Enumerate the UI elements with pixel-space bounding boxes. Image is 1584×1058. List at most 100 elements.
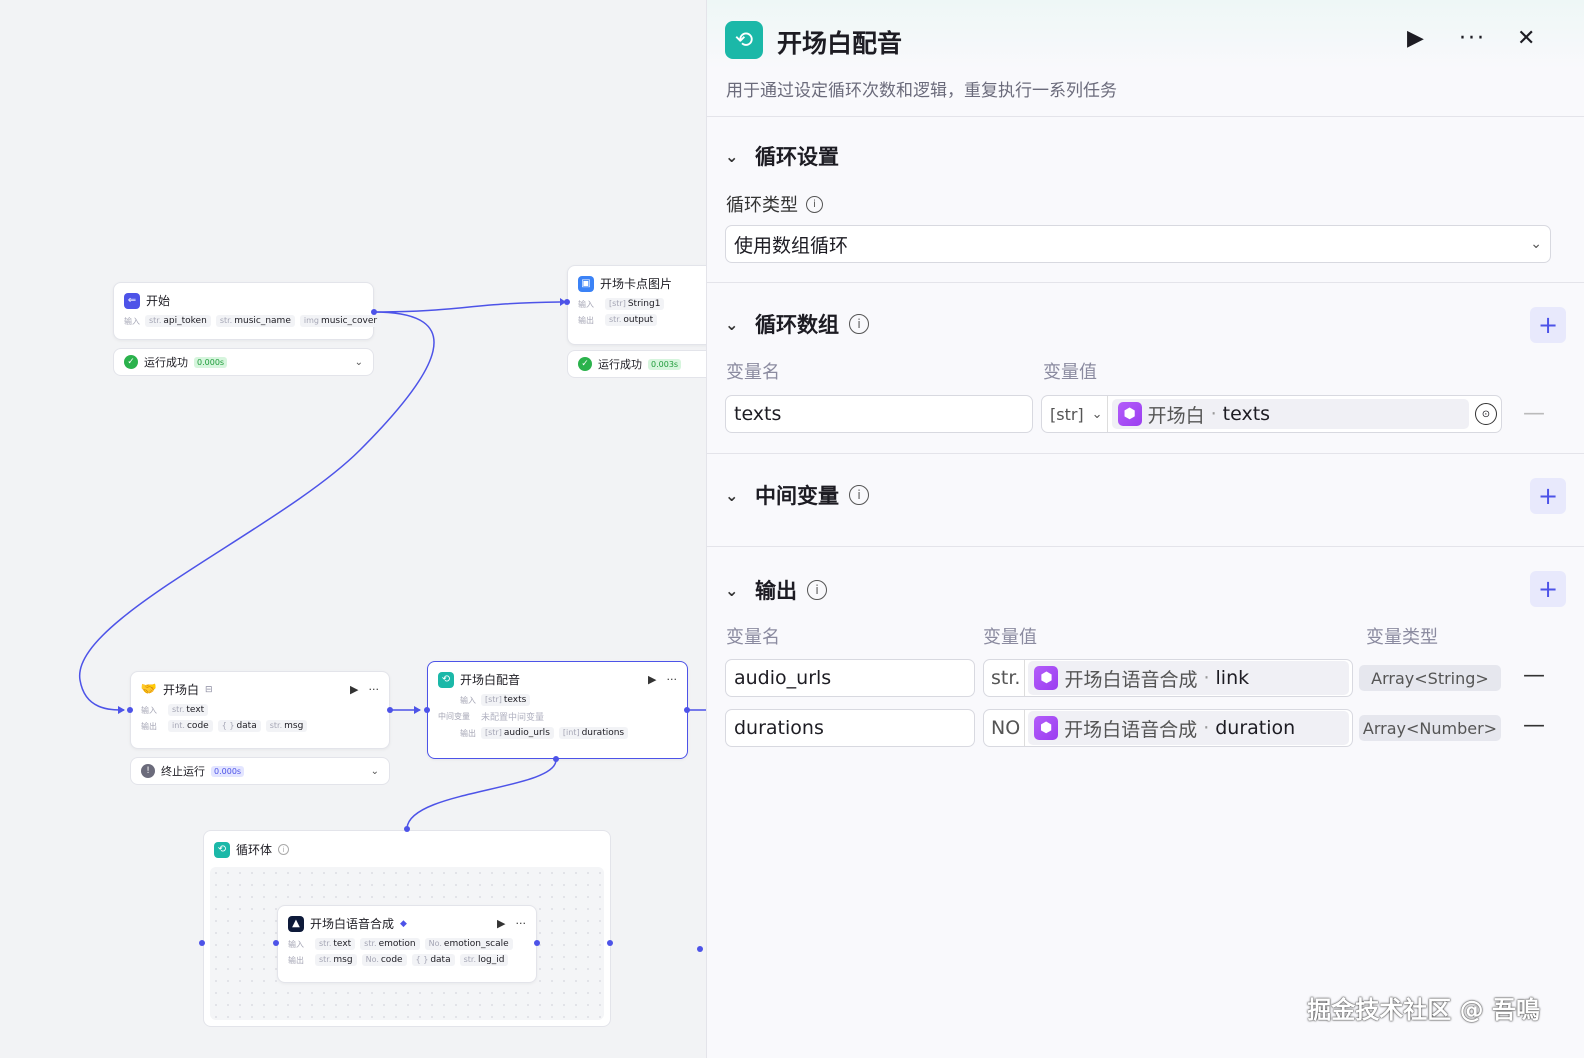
start-node-input-tag: str. api_token (145, 315, 211, 327)
chevron-down-icon: ⌄ (1530, 236, 1542, 252)
tts-node-input-label: 输入 (288, 939, 304, 949)
opening-node-status[interactable]: ! 终止运行 0.000s ⌄ (130, 757, 390, 785)
loop-body-top-port[interactable] (404, 826, 410, 832)
output-header[interactable]: ⌄ 输出 i (725, 575, 827, 605)
add-intermediate-button[interactable]: + (1530, 478, 1566, 514)
tts-node-output-tag: { } data (411, 954, 455, 966)
chevron-down-icon[interactable]: ⌄ (725, 147, 745, 166)
opening-node[interactable]: 🤝 开场白 ⊟ ▶ ··· 输入 str. text 输出 int. code { … (130, 671, 390, 749)
panel-description: 用于通过设定循环次数和逻辑，重复执行一系列任务 (726, 81, 1117, 101)
loop-node-output-tag: [int] durations (558, 727, 629, 739)
info-icon[interactable]: i (278, 844, 290, 855)
output-name-input[interactable]: durations (725, 709, 975, 747)
workflow-canvas[interactable]: ⇐ 开始 输入 str. api_token str. music_name img… (0, 0, 712, 1058)
loop-body-title: 循环体 (236, 843, 273, 857)
remove-row-button[interactable]: — (1523, 663, 1545, 688)
loop-node-output-port[interactable] (684, 707, 690, 713)
tts-node-input-tag: str. text (315, 938, 356, 950)
chevron-down-icon[interactable]: ⌄ (725, 486, 745, 505)
col-var-value: 变量值 (983, 627, 1037, 648)
tts-node-output-tag: No. code (361, 954, 407, 966)
run-icon[interactable]: ▶ (648, 673, 656, 686)
run-icon[interactable]: ▶ (1407, 26, 1424, 51)
start-node-status[interactable]: ✓ 运行成功 0.000s ⌄ (113, 348, 374, 376)
loop-node-output-label: 输出 (460, 728, 476, 738)
intermediate-header[interactable]: ⌄ 中间变量 i (725, 480, 869, 510)
loop-array-header[interactable]: ⌄ 循环数组 i (725, 309, 869, 339)
verified-icon: ◆ (400, 918, 407, 929)
close-icon[interactable]: ✕ (1517, 26, 1535, 51)
type-selector[interactable]: str. (987, 660, 1026, 696)
tts-node-input-port[interactable] (273, 940, 279, 946)
output-value-input[interactable]: NO ⬢ 开场白语音合成 · duration (983, 709, 1353, 747)
type-selector[interactable]: NO (987, 710, 1026, 746)
info-icon[interactable]: i (807, 580, 827, 600)
add-output-button[interactable]: + (1530, 571, 1566, 607)
more-icon[interactable]: ··· (516, 917, 527, 930)
add-loop-array-button[interactable]: + (1530, 307, 1566, 343)
tts-node-output-port[interactable] (534, 940, 540, 946)
loop-node[interactable]: ⟲ 开场白配音 ▶ ··· 输入 [str] texts 中间变量 未配置中间变量… (427, 661, 688, 759)
opening-node-output-tag: str. msg (265, 720, 308, 732)
tts-node[interactable]: ▲ 开场白语音合成 ◆ ▶ ··· 输入 str. text str. emotio… (277, 905, 537, 983)
loop-node-input-port[interactable] (424, 707, 430, 713)
chevron-down-icon[interactable]: ⌄ (371, 766, 379, 777)
loop-body-left-port[interactable] (199, 940, 205, 946)
canvas-edge-port[interactable] (697, 946, 703, 952)
loop-node-title: 开场白配音 (460, 673, 521, 687)
opening-node-output-port[interactable] (387, 707, 393, 713)
card-node-status[interactable]: ✓ 运行成功 0.003s (567, 350, 712, 378)
run-icon[interactable]: ▶ (350, 683, 358, 696)
node-cube-icon: ⬢ (1034, 666, 1059, 690)
panel-title[interactable]: 开场白配音 (777, 24, 902, 60)
loop-body-right-port[interactable] (607, 940, 613, 946)
output-name-value: durations (734, 717, 824, 739)
loop-node-input-tag: [str] texts (481, 694, 531, 706)
remove-row-button[interactable]: — (1523, 713, 1545, 738)
loop-type-select[interactable]: 使用数组循环 ⌄ (725, 225, 1551, 263)
run-icon[interactable]: ▶ (497, 917, 505, 930)
opening-node-input-port[interactable] (127, 707, 133, 713)
chevron-down-icon[interactable]: ⌄ (725, 315, 745, 334)
status-time: 0.000s (211, 765, 245, 777)
tts-node-output-tag: str. log_id (459, 954, 509, 966)
variable-picker-icon[interactable]: ⊙ (1475, 403, 1497, 425)
remove-row-button[interactable]: — (1523, 401, 1545, 426)
start-node-input-tag: img music_cover (299, 315, 382, 327)
start-node[interactable]: ⇐ 开始 输入 str. api_token str. music_name img… (113, 282, 382, 340)
status-text: 终止运行 (161, 765, 205, 778)
status-time: 0.000s (194, 356, 228, 368)
start-node-output-port[interactable] (371, 309, 377, 315)
status-text: 运行成功 (144, 356, 188, 369)
loop-array-name-input[interactable]: texts (725, 395, 1033, 433)
info-icon[interactable]: i (849, 314, 869, 334)
chevron-down-icon[interactable]: ⌄ (355, 357, 363, 368)
card-node-input-port[interactable] (564, 299, 570, 305)
loop-array-name-value: texts (734, 403, 782, 425)
variable-reference[interactable]: ⬢ 开场白语音合成 · link (1028, 661, 1349, 695)
output-type-badge: Array<Number> (1359, 715, 1501, 741)
type-selector[interactable]: [str] ⌄ (1046, 396, 1108, 432)
loop-node-mid-label: 中间变量 (438, 712, 470, 721)
card-node-output-tag: str. output (605, 314, 658, 326)
variable-reference[interactable]: ⬢ 开场白 · texts (1111, 399, 1469, 429)
col-var-name: 变量名 (726, 362, 780, 383)
loop-node-output-tag: [str] audio_urls (481, 727, 554, 739)
more-icon[interactable]: ··· (369, 683, 380, 696)
loop-icon: ⟲ (438, 671, 454, 688)
chevron-down-icon[interactable]: ⌄ (725, 581, 745, 600)
loop-array-value-input[interactable]: [str] ⌄ ⬢ 开场白 · texts ⊙ (1041, 395, 1502, 433)
info-icon[interactable]: i (806, 195, 823, 213)
more-icon[interactable]: ··· (667, 673, 678, 686)
info-icon[interactable]: i (849, 485, 869, 505)
output-name-input[interactable]: audio_urls (725, 659, 975, 697)
more-icon[interactable]: ··· (1459, 26, 1486, 51)
loop-node-body-port[interactable] (553, 756, 559, 762)
card-image-node[interactable]: ▣ 开场卡点图片 输入 [str] String1 输出 str. output (567, 265, 712, 345)
section-title: 输出 (755, 579, 797, 603)
loop-type-value: 使用数组循环 (734, 234, 849, 257)
variable-reference[interactable]: ⬢ 开场白语音合成 · duration (1028, 711, 1349, 745)
start-node-title: 开始 (146, 294, 171, 308)
output-value-input[interactable]: str. ⬢ 开场白语音合成 · link (983, 659, 1353, 697)
loop-settings-header[interactable]: ⌄ 循环设置 (725, 141, 839, 171)
